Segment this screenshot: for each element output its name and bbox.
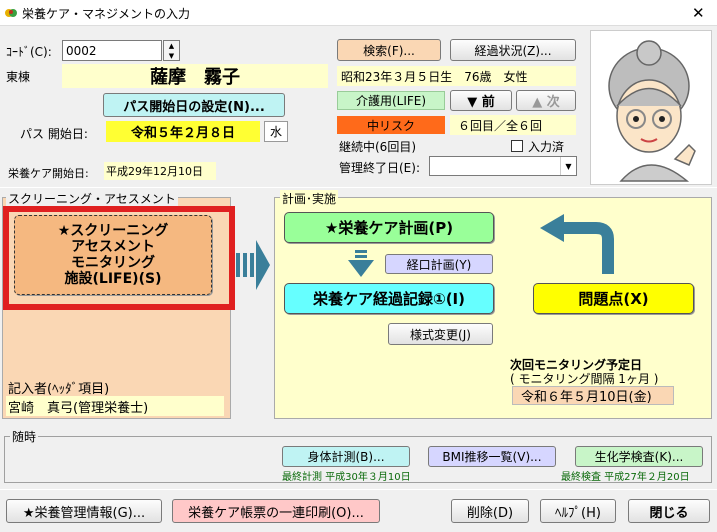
code-spinner[interactable]: ▲ ▼ (163, 40, 180, 61)
monitoring-interval: ( モニタリング間隔 1ヶ月 ) (510, 372, 659, 386)
title-bar: 栄養ケア・マネジメントの入力 ✕ (0, 0, 717, 26)
writer-value-text: 宮崎 真弓(管理栄養士) (8, 400, 149, 416)
screening-line-2: アセスメント (71, 239, 155, 255)
window-title: 栄養ケア・マネジメントの入力 (22, 7, 191, 21)
search-button[interactable]: 検索(F)... (337, 39, 441, 61)
risk-badge: 中リスク (337, 116, 445, 134)
next-monitoring-date: 令和６年５月10日(金) (512, 386, 674, 405)
biochem-button[interactable]: 生化学検査(K)... (575, 446, 703, 467)
biochem-last: 最終検査 平成27年２月20日 (561, 472, 690, 483)
care-start-text: 平成29年12月10日 (106, 165, 203, 178)
screening-line-3: モニタリング (71, 255, 155, 271)
chevron-down-icon[interactable]: ▼ (560, 157, 576, 175)
next-monitoring-date-text: 令和６年５月10日(金) (521, 390, 652, 405)
avatar (590, 30, 712, 185)
input-done-checkbox[interactable] (511, 140, 523, 152)
body-measure-last: 最終計測 平成30年３月10日 (282, 472, 411, 483)
count-info: ６回目／全６回 (450, 115, 576, 135)
birth-info: 昭和23年３月５日生 76歳 女性 (337, 66, 576, 86)
ward-label: 東棟 (6, 70, 31, 84)
oral-plan-button[interactable]: 経口計画(Y) (385, 254, 493, 274)
writer-value: 宮崎 真弓(管理栄養士) (6, 396, 224, 416)
care-start-value: 平成29年12月10日 (104, 162, 216, 180)
app-icon (4, 6, 18, 20)
mgmt-info-button[interactable]: ★栄養管理情報(G)... (6, 499, 162, 523)
mgmt-end-label: 管理終了日(E): (339, 161, 420, 175)
care-plan-button[interactable]: ★栄養ケア計画(P) (284, 212, 494, 243)
help-button[interactable]: ﾍﾙﾌﾟ(H) (540, 499, 616, 523)
path-start-button[interactable]: パス開始日の設定(N)... (103, 93, 285, 117)
style-change-button[interactable]: 様式変更(J) (388, 323, 493, 345)
close-icon[interactable]: ✕ (692, 4, 705, 22)
arrow-back-icon (538, 214, 618, 276)
birth-info-text: 昭和23年３月５日生 76歳 女性 (341, 69, 528, 84)
delete-button[interactable]: 削除(D) (451, 499, 529, 523)
screening-button[interactable]: ★スクリーニング アセスメント モニタリング 施設(LIFE)(S) (14, 215, 212, 295)
path-start-date-text: 令和５年２月８日 (130, 126, 235, 141)
path-start-date: 令和５年２月８日 (106, 121, 260, 142)
anytime-title: 随時 (10, 428, 39, 445)
close-button[interactable]: 閉じる (628, 499, 710, 523)
bmi-button[interactable]: BMI推移一覧(V)... (428, 446, 556, 467)
continuing-label: 継続中(6回目) (339, 140, 416, 154)
care-level-badge: 介護用(LIFE) (337, 91, 445, 110)
code-value: 0002 (66, 43, 97, 58)
screening-line-1: ★スクリーニング (57, 223, 169, 239)
code-label: ｺｰﾄﾞ(C): (6, 45, 52, 59)
writer-label: 記入者(ﾍｯﾀﾞ項目) (8, 382, 110, 397)
risk-text: 中リスク (366, 118, 415, 133)
record-button[interactable]: 栄養ケア経過記録①(I) (284, 283, 494, 314)
patient-name: 薩摩 霧子 (62, 64, 328, 88)
count-info-text: ６回目／全６回 (458, 118, 543, 133)
weekday-box: 水 (264, 121, 288, 142)
code-input[interactable]: 0002 (62, 40, 162, 61)
patient-name-text: 薩摩 霧子 (150, 67, 240, 88)
prev-button[interactable]: ▼ 前 (450, 90, 512, 111)
screening-line-4: 施設(LIFE)(S) (64, 271, 162, 287)
screening-title: スクリーニング・アセスメント (6, 190, 178, 207)
print-button[interactable]: 栄養ケア帳票の一連印刷(O)... (172, 499, 380, 523)
plan-title: 計画･実施 (280, 190, 339, 207)
divider-top (0, 187, 717, 188)
weekday-text: 水 (269, 125, 282, 139)
care-start-label: 栄養ケア開始日: (8, 167, 89, 180)
body-measure-button[interactable]: 身体計測(B)... (282, 446, 410, 467)
arrow-right-icon (236, 235, 272, 295)
arrow-down-icon (346, 250, 376, 278)
path-start-label: パス 開始日: (20, 127, 88, 141)
history-button[interactable]: 経過状況(Z)... (450, 39, 576, 61)
divider-bottom (0, 489, 717, 490)
problem-button[interactable]: 問題点(X) (533, 283, 694, 314)
next-button[interactable]: ▲ 次 (516, 90, 576, 111)
input-done-label: 入力済 (528, 140, 565, 154)
mgmt-end-select[interactable]: ▼ (429, 156, 577, 176)
care-level-text: 介護用(LIFE) (355, 94, 427, 108)
